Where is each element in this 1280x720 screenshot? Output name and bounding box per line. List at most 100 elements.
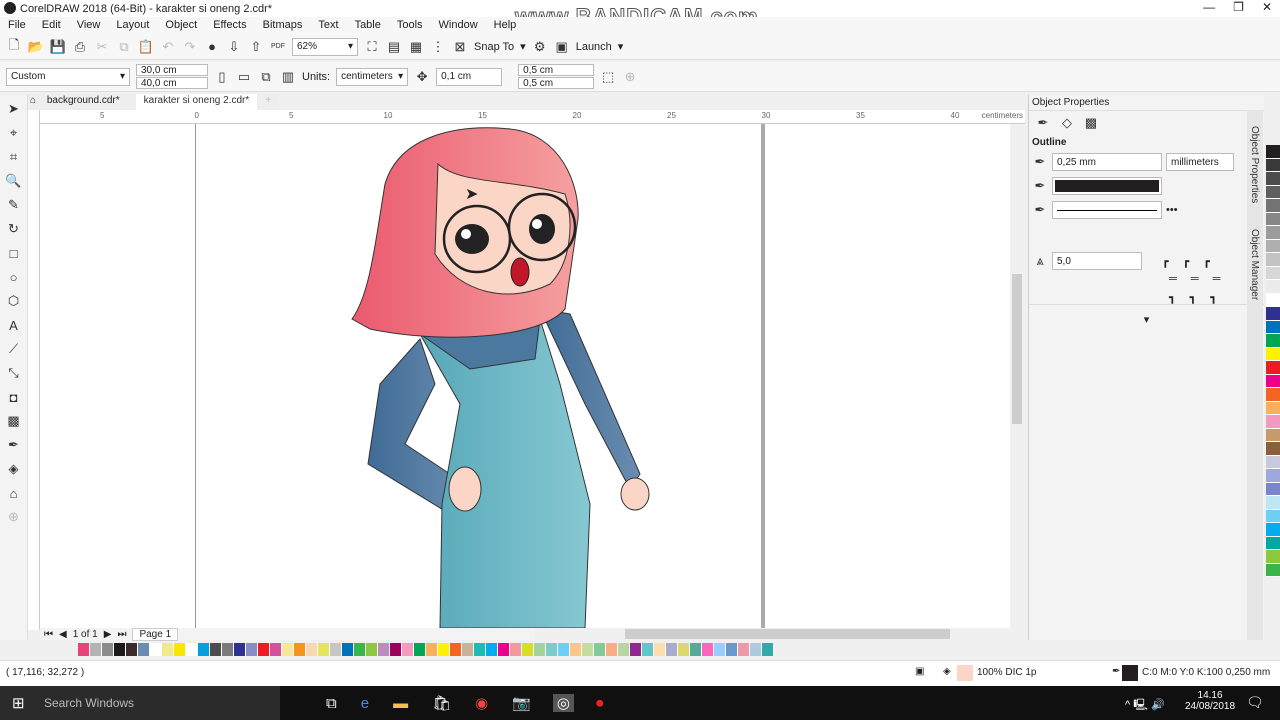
palette-swatch[interactable]: [462, 643, 474, 656]
palette-swatch[interactable]: [618, 643, 630, 656]
palette-swatch[interactable]: [1266, 550, 1280, 564]
palette-swatch[interactable]: [1266, 428, 1280, 442]
minimize-button[interactable]: —: [1203, 0, 1215, 14]
camera-icon[interactable]: 📷: [512, 694, 531, 712]
palette-swatch[interactable]: [222, 643, 234, 656]
windows-start-icon[interactable]: ⊞: [12, 694, 25, 712]
import-icon[interactable]: ⇩: [226, 39, 242, 55]
palette-swatch[interactable]: [234, 643, 246, 656]
landscape-icon[interactable]: ▭: [236, 69, 252, 85]
zoom-level-select[interactable]: 62% ▾: [292, 37, 358, 56]
menu-bitmaps[interactable]: Bitmaps: [255, 17, 311, 34]
palette-swatch[interactable]: [1266, 320, 1280, 334]
polygon-tool-icon[interactable]: ⬡: [6, 293, 22, 309]
paste-icon[interactable]: 📋: [138, 39, 154, 55]
palette-swatch[interactable]: [702, 643, 714, 656]
search-content-icon[interactable]: ●: [204, 39, 220, 55]
palette-swatch[interactable]: [714, 643, 726, 656]
palette-swatch[interactable]: [474, 643, 486, 656]
palette-swatch[interactable]: [102, 643, 114, 656]
palette-swatch[interactable]: [426, 643, 438, 656]
palette-swatch[interactable]: [258, 643, 270, 656]
outline-width-input[interactable]: 0,25 mm: [1052, 153, 1162, 171]
menu-view[interactable]: View: [69, 17, 109, 34]
add-icon[interactable]: ⊕: [622, 69, 638, 85]
palette-swatch[interactable]: [174, 643, 186, 656]
tab-karakter-si-oneng[interactable]: karakter si oneng 2.cdr*: [135, 94, 258, 110]
transparency-icon[interactable]: ▩: [1083, 115, 1099, 131]
miter-limit-input[interactable]: 5,0: [1052, 252, 1142, 270]
palette-swatch[interactable]: [78, 643, 90, 656]
palette-swatch[interactable]: [1266, 536, 1280, 550]
rulers-icon[interactable]: ▤: [386, 39, 402, 55]
menu-effects[interactable]: Effects: [205, 17, 254, 34]
outline-units-select[interactable]: millimeters: [1166, 153, 1234, 171]
add-tool-icon[interactable]: ⊕: [6, 509, 22, 525]
palette-swatch[interactable]: [762, 643, 774, 656]
menu-help[interactable]: Help: [486, 17, 525, 34]
palette-swatch[interactable]: [150, 643, 162, 656]
print-icon[interactable]: ⎙: [72, 39, 88, 55]
menu-edit[interactable]: Edit: [34, 17, 69, 34]
palette-swatch[interactable]: [1266, 482, 1280, 496]
fill-color-swatch[interactable]: [957, 665, 973, 681]
ellipse-tool-icon[interactable]: ○: [6, 269, 22, 285]
palette-swatch[interactable]: [666, 643, 678, 656]
fill-icon[interactable]: ◇: [1059, 115, 1075, 131]
palette-swatch[interactable]: [390, 643, 402, 656]
palette-swatch[interactable]: [342, 643, 354, 656]
palette-swatch[interactable]: [306, 643, 318, 656]
palette-swatch[interactable]: [558, 643, 570, 656]
menu-layout[interactable]: Layout: [108, 17, 157, 34]
palette-swatch[interactable]: [114, 643, 126, 656]
line-style-select[interactable]: [1052, 201, 1162, 219]
outline-color-swatch[interactable]: [1122, 665, 1138, 681]
system-tray-icons[interactable]: ^ 🖳 🔊: [1125, 696, 1165, 715]
palette-swatch[interactable]: [1266, 523, 1280, 537]
export-icon[interactable]: ⇧: [248, 39, 264, 55]
units-select[interactable]: centimeters ▾: [336, 67, 409, 86]
palette-swatch[interactable]: [1266, 374, 1280, 388]
close-button[interactable]: ✕: [1262, 0, 1272, 14]
smart-fill-icon[interactable]: ⌂: [6, 485, 22, 501]
palette-swatch[interactable]: [294, 643, 306, 656]
prev-page-button[interactable]: ◀: [59, 629, 67, 640]
palette-swatch[interactable]: [414, 643, 426, 656]
palette-swatch[interactable]: [1266, 496, 1280, 510]
rectangle-tool-icon[interactable]: □: [6, 245, 22, 261]
palette-swatch[interactable]: [1266, 185, 1280, 199]
menu-text[interactable]: Text: [310, 17, 346, 34]
taskbar-search[interactable]: Search Windows: [0, 686, 280, 720]
palette-swatch[interactable]: [402, 643, 414, 656]
palette-swatch[interactable]: [1266, 266, 1280, 280]
horizontal-scrollbar[interactable]: [535, 628, 1010, 640]
snap-icon[interactable]: ⊠: [452, 39, 468, 55]
palette-swatch[interactable]: [642, 643, 654, 656]
restore-button[interactable]: ❐: [1233, 0, 1244, 14]
palette-swatch[interactable]: [138, 643, 150, 656]
palette-swatch[interactable]: [1266, 145, 1280, 159]
pdf-icon[interactable]: PDF: [270, 39, 286, 55]
task-view-icon[interactable]: ⧉: [326, 695, 337, 712]
palette-swatch[interactable]: [534, 643, 546, 656]
palette-swatch[interactable]: [498, 643, 510, 656]
palette-swatch[interactable]: [198, 643, 210, 656]
palette-swatch[interactable]: [726, 643, 738, 656]
coreldraw-taskbar-icon[interactable]: ◎: [552, 694, 574, 712]
palette-swatch[interactable]: [570, 643, 582, 656]
palette-swatch[interactable]: [1266, 334, 1280, 348]
nudge-input[interactable]: 0,1 cm: [436, 67, 503, 86]
menu-file[interactable]: File: [0, 17, 34, 34]
shape-tool-icon[interactable]: ⌖: [6, 125, 22, 141]
shadow-tool-icon[interactable]: ◘: [6, 389, 22, 405]
palette-swatch[interactable]: [486, 643, 498, 656]
palette-swatch[interactable]: [318, 643, 330, 656]
treat-as-filled-icon[interactable]: ⬚: [600, 69, 616, 85]
palette-swatch[interactable]: [450, 643, 462, 656]
new-icon[interactable]: 🗋: [6, 37, 22, 55]
page-tab[interactable]: Page 1: [132, 627, 179, 641]
palette-swatch[interactable]: [1266, 415, 1280, 429]
file-explorer-icon[interactable]: ▬: [393, 695, 408, 712]
vertical-scrollbar[interactable]: [1010, 124, 1024, 628]
options-gear-icon[interactable]: ⚙: [532, 39, 548, 55]
